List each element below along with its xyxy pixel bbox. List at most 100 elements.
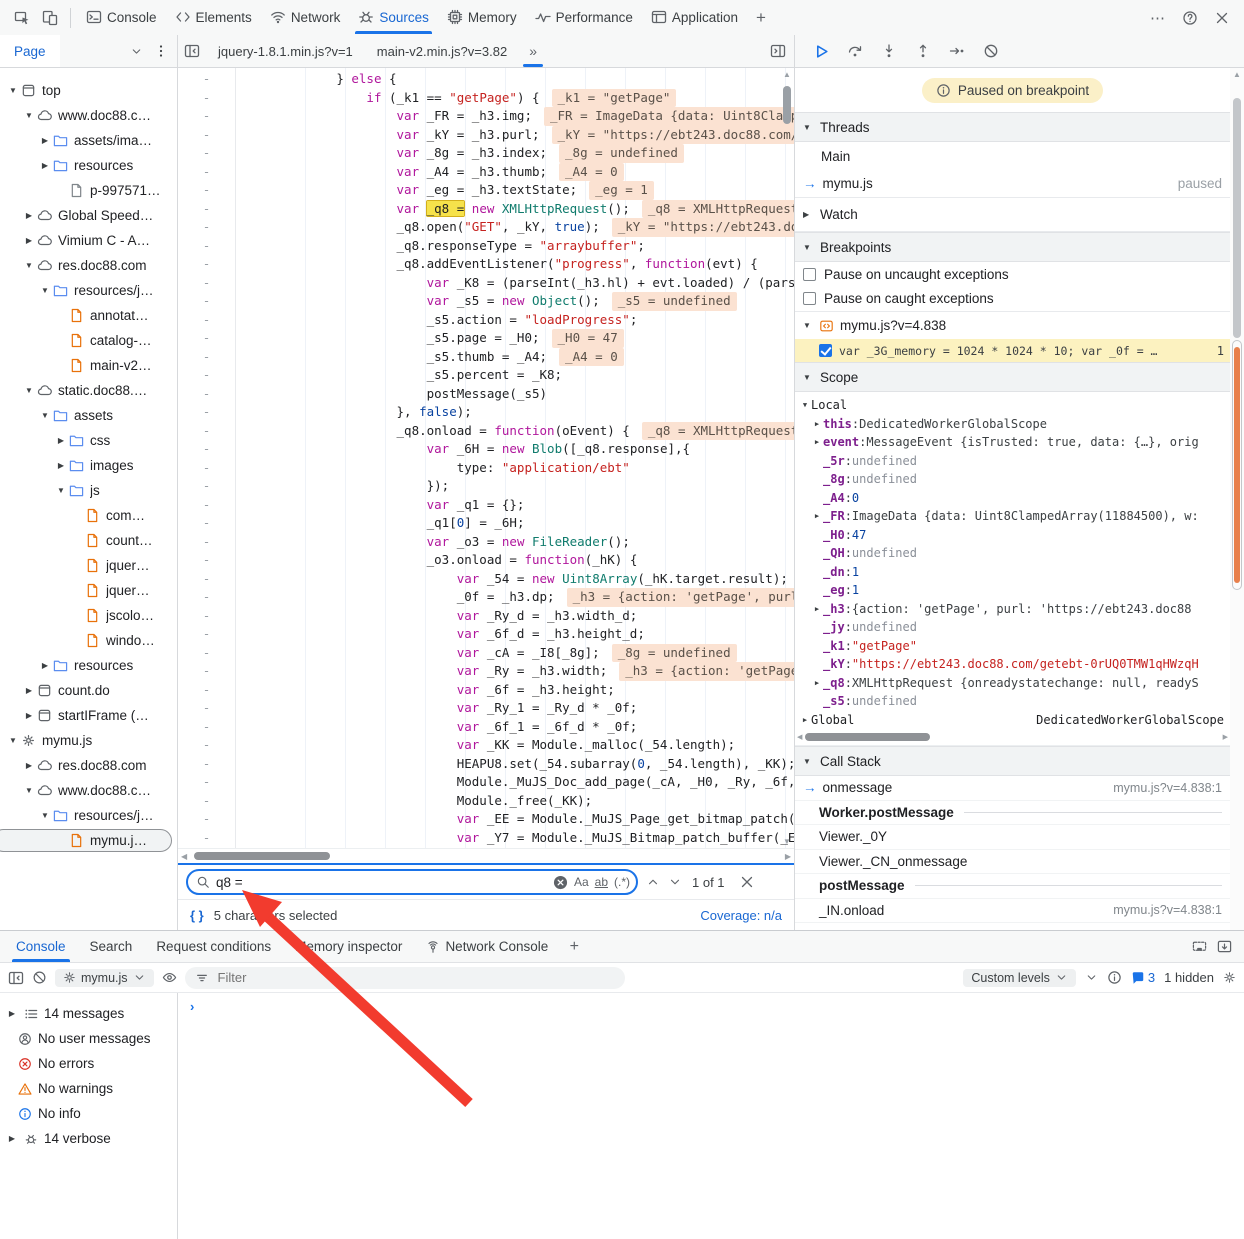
scope-row-_h0[interactable]: _H0: 47	[795, 526, 1230, 545]
deactivate-breakpoints-icon[interactable]	[979, 39, 1003, 63]
code-line[interactable]: _0f = _h3.dp;_h3 = {action: 'getPage', p…	[246, 588, 794, 607]
code-line[interactable]: postMessage(_s5)	[246, 385, 794, 404]
code-line[interactable]: if (_k1 == "getPage") {_k1 = "getPage"	[246, 89, 794, 108]
code-line[interactable]: } else {	[246, 70, 794, 89]
drawer-dock-icon[interactable]	[1217, 939, 1232, 954]
callstack-frame-worker-postmessage[interactable]: Worker.postMessage	[795, 801, 1230, 826]
resume-script-icon[interactable]	[809, 39, 833, 63]
device-emulation-icon[interactable]	[36, 5, 64, 31]
callstack-frame-viewer-cn-onmessage[interactable]: Viewer._CN_onmessage	[795, 850, 1230, 875]
scrollbar-thumb[interactable]	[783, 86, 791, 124]
devtools-tab-application[interactable]: Application	[642, 0, 747, 34]
tree-item-assets-ima-[interactable]: ▶assets/ima…	[0, 128, 177, 153]
code-line[interactable]: var _Ry = _h3.width;_h3 = {action: 'getP…	[246, 662, 794, 681]
code-line[interactable]: var _Ry_d = _h3.width_d;	[246, 607, 794, 626]
tree-item-res-doc88-com[interactable]: ▼res.doc88.com	[0, 253, 177, 278]
code-line[interactable]: _q8.responseType = "arraybuffer";	[246, 237, 794, 256]
console-filter-no-warnings[interactable]: No warnings	[0, 1076, 177, 1101]
code-line[interactable]: type: "application/ebt"	[246, 459, 794, 478]
scope-row-_jy[interactable]: _jy: undefined	[795, 618, 1230, 637]
code-line[interactable]: var _q8 = new XMLHttpRequest();_q8 = XML…	[246, 200, 794, 219]
code-line[interactable]: var _Y7 = Module._MuJS_Bitmap_patch_buff…	[246, 829, 794, 848]
line-number-gutter[interactable]: ----------------------------------------…	[178, 68, 236, 848]
clear-console-icon[interactable]	[32, 970, 47, 985]
console-filter-no-errors[interactable]: No errors	[0, 1051, 177, 1076]
tree-item-resources-j-[interactable]: ▼resources/j…	[0, 278, 177, 303]
console-filter-no-info[interactable]: No info	[0, 1101, 177, 1126]
drawer-cast-icon[interactable]	[1192, 939, 1207, 954]
code-line[interactable]: _s5.percent = _K8;	[246, 366, 794, 385]
scope-row-_s5[interactable]: _s5: undefined	[795, 692, 1230, 711]
scope-row-_a4[interactable]: _A4: 0	[795, 489, 1230, 508]
scope-row-_h3[interactable]: ▶_h3: {action: 'getPage', purl: 'https:/…	[795, 600, 1230, 619]
devtools-tab-sources[interactable]: Sources	[349, 0, 438, 34]
console-sidebar-toggle-icon[interactable]	[8, 970, 24, 986]
code-line[interactable]: var _q1 = {};	[246, 496, 794, 515]
scope-row-this[interactable]: ▶this: DedicatedWorkerGlobalScope	[795, 415, 1230, 434]
scroll-up-arrow-icon[interactable]: ▲	[1233, 70, 1241, 79]
console-filter-14-verbose[interactable]: ▶14 verbose	[0, 1126, 177, 1151]
scroll-right-arrow-icon[interactable]: ▶	[1223, 733, 1228, 741]
step-out-icon[interactable]	[911, 39, 935, 63]
code-area[interactable]: ----------------------------------------…	[178, 68, 794, 848]
debugger-vertical-scrollbar[interactable]: ▲	[1230, 68, 1244, 930]
execution-context-selector[interactable]: mymu.js	[55, 969, 154, 987]
scroll-down-arrow-icon[interactable]: ▼	[783, 837, 791, 846]
scroll-left-arrow-icon[interactable]: ◀	[181, 852, 187, 861]
drawer-tab-memory-inspector[interactable]: Memory inspector	[283, 931, 414, 962]
code-line[interactable]: _q8.onload = function(oEvent) {_q8 = XML…	[246, 422, 794, 441]
tree-item-count-[interactable]: count…	[0, 528, 177, 553]
tree-item-top[interactable]: ▼top	[0, 78, 177, 103]
tree-item-resources[interactable]: ▶resources	[0, 153, 177, 178]
tree-item-www-doc88-c-[interactable]: ▼www.doc88.c…	[0, 778, 177, 803]
chevron-down-icon[interactable]	[130, 45, 143, 58]
scope-row-_q8[interactable]: ▶_q8: XMLHttpRequest {onreadystatechange…	[795, 674, 1230, 693]
breakpoint-file-group[interactable]: ▼ mymu.js?v=4.838	[795, 312, 1230, 339]
devtools-tab-network[interactable]: Network	[261, 0, 350, 34]
coverage-link[interactable]: Coverage: n/a	[700, 908, 782, 923]
code-line[interactable]: HEAPU8.set(_54.subarray(0, _54.length), …	[246, 755, 794, 774]
scrollbar-thumb[interactable]	[1233, 98, 1241, 338]
breakpoints-section-header[interactable]: ▼ Breakpoints	[795, 232, 1230, 262]
tree-item-css[interactable]: ▶css	[0, 428, 177, 453]
devtools-tab-memory[interactable]: Memory	[438, 0, 526, 34]
kebab-menu-icon[interactable]	[153, 43, 169, 59]
drawer-tab-search[interactable]: Search	[78, 931, 145, 962]
tree-item-mymu-j-[interactable]: mymu.j…	[0, 828, 177, 853]
drawer-tab-request-conditions[interactable]: Request conditions	[144, 931, 283, 962]
tree-item-main-v2-[interactable]: main-v2…	[0, 353, 177, 378]
scope-row-_fr[interactable]: ▶_FR: ImageData {data: Uint8ClampedArray…	[795, 507, 1230, 526]
scroll-up-arrow-icon[interactable]: ▲	[783, 70, 791, 79]
search-field[interactable]: Aa ab (.*)	[186, 869, 638, 895]
scrollbar-marker[interactable]	[1232, 340, 1242, 590]
scope-section-header[interactable]: ▼ Scope	[795, 362, 1230, 392]
scope-row-global[interactable]: ▶GlobalDedicatedWorkerGlobalScope	[795, 711, 1230, 730]
console-filter-14-messages[interactable]: ▶14 messages	[0, 1001, 177, 1026]
next-match-icon[interactable]	[668, 875, 682, 889]
tree-item-vimium-c-a-[interactable]: ▶Vimium C - A…	[0, 228, 177, 253]
code-line[interactable]: });	[246, 477, 794, 496]
tree-item-res-doc88-com[interactable]: ▶res.doc88.com	[0, 753, 177, 778]
panel-collapse-left-icon[interactable]	[184, 43, 200, 59]
filter-input[interactable]	[216, 969, 615, 986]
code-line[interactable]: var _s5 = new Object();_s5 = undefined	[246, 292, 794, 311]
callstack-frame--in-onload[interactable]: _IN.onloadmymu.js?v=4.838:1	[795, 899, 1230, 924]
scope-row-_ky[interactable]: _kY: "https://ebt243.doc88.com/getebt-0r…	[795, 655, 1230, 674]
hidden-messages-label[interactable]: 1 hidden	[1164, 970, 1214, 985]
code-line[interactable]: var _A4 = _h3.thumb;_A4 = 0	[246, 163, 794, 182]
tree-item-resources[interactable]: ▶resources	[0, 653, 177, 678]
tree-item-resources-j-[interactable]: ▼resources/j…	[0, 803, 177, 828]
console-settings-gear-icon[interactable]	[1223, 971, 1236, 984]
tree-item-startiframe-[interactable]: ▶startIFrame (…	[0, 703, 177, 728]
help-icon[interactable]	[1176, 5, 1204, 31]
regex-toggle[interactable]: (.*)	[614, 875, 630, 889]
messages-badge[interactable]: 3	[1131, 970, 1155, 985]
scrollbar-thumb[interactable]	[194, 852, 330, 860]
code-line[interactable]: var _EE = Module._MuJS_Page_get_bitmap_p…	[246, 810, 794, 829]
tree-item-annotat-[interactable]: annotat…	[0, 303, 177, 328]
tree-item-jscolo-[interactable]: jscolo…	[0, 603, 177, 628]
live-expression-eye-icon[interactable]	[162, 970, 177, 985]
code-line[interactable]: _s5.thumb = _A4;_A4 = 0	[246, 348, 794, 367]
tree-item-images[interactable]: ▶images	[0, 453, 177, 478]
scope-row-_dn[interactable]: _dn: 1	[795, 563, 1230, 582]
